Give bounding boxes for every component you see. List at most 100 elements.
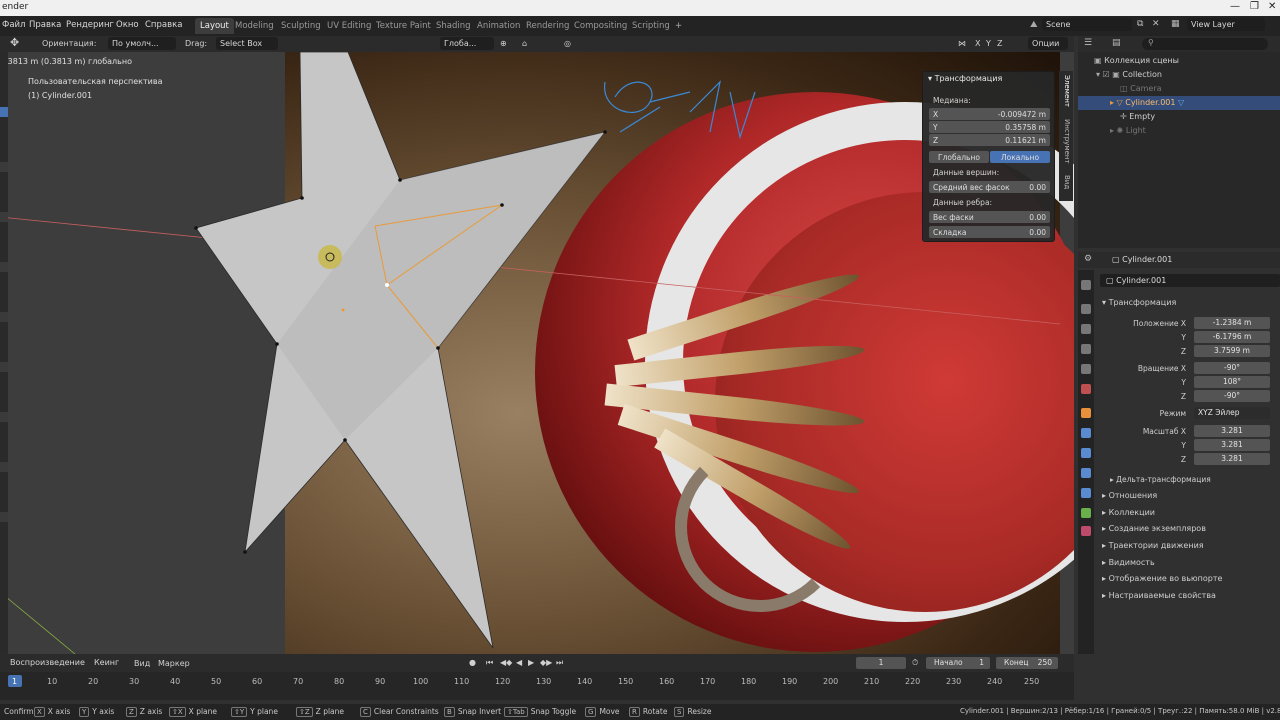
marker-menu[interactable]: Маркер [158,659,190,668]
outliner-item-empty[interactable]: ✛ Empty [1078,110,1280,124]
outliner-root[interactable]: ▣ Коллекция сцены [1078,54,1280,68]
location-x-field[interactable]: -1.2384 m [1194,317,1270,329]
proportional-edit-icon[interactable]: ◎ [564,39,571,48]
crease-field[interactable]: Складка 0.00 [929,226,1050,238]
add-workspace-icon[interactable]: + [670,18,687,34]
render-tab-icon[interactable] [1081,304,1091,314]
scale-x-field[interactable]: 3.281 [1194,425,1270,437]
view-layer-selector[interactable]: View Layer [1187,18,1265,31]
tab-tool[interactable]: Инструмент [1061,119,1071,164]
rotation-x-field[interactable]: -90° [1194,362,1270,374]
playback-menu[interactable]: Воспроизведение [6,656,88,669]
display-mode-icon[interactable]: ▤ [1112,38,1121,48]
global-toggle[interactable]: Глобально [929,151,989,163]
outliner-item-cylinder[interactable]: ▸ ▽ Cylinder.001 ▽ [1078,96,1280,110]
menu-edit[interactable]: Правка [29,20,61,30]
tab-animation[interactable]: Animation [472,18,525,34]
section-custom-properties[interactable]: ▸ Настраиваемые свойства [1102,591,1216,600]
tool-rotate[interactable] [0,212,8,222]
tab-modeling[interactable]: Modeling [230,18,279,34]
particles-tab-icon[interactable] [1081,448,1091,458]
object-name-field[interactable]: ▢ Cylinder.001 [1100,274,1280,287]
outliner-item-collection[interactable]: ▾ ☑ ▣ Collection [1078,68,1280,82]
next-keyframe-icon[interactable]: ◆▶ [540,658,552,667]
tool-tab-icon[interactable] [1081,280,1091,290]
material-tab-icon[interactable] [1081,526,1091,536]
tab-sculpting[interactable]: Sculpting [276,18,326,34]
view-layer-tab-icon[interactable] [1081,344,1091,354]
outliner-search-input[interactable]: ⚲ [1142,38,1268,50]
play-reverse-icon[interactable]: ◀ [516,658,522,667]
scale-z-field[interactable]: 3.281 [1194,453,1270,465]
delta-transform-section[interactable]: ▸ Дельта-трансформация [1110,475,1211,484]
tool-knife[interactable] [0,512,8,522]
current-frame-field[interactable]: 1 [856,657,906,669]
mirror-icon[interactable]: ⋈ [958,39,966,48]
close-icon[interactable]: ✕ [1268,1,1276,12]
axis-z-toggle[interactable]: Z [997,39,1002,48]
rotation-y-field[interactable]: 108° [1194,376,1270,388]
physics-tab-icon[interactable] [1081,468,1091,478]
menu-help[interactable]: Справка [145,20,182,30]
tab-compositing[interactable]: Compositing [569,18,632,34]
tab-layout[interactable]: Layout [195,18,234,34]
delete-scene-icon[interactable]: ✕ [1152,19,1160,29]
tool-extrude[interactable] [0,312,8,322]
axis-x-toggle[interactable]: X [975,39,980,48]
median-z-field[interactable]: Z 0.11621 m [929,134,1050,146]
outliner-editor-icon[interactable]: ☰ [1084,38,1092,48]
data-tab-icon[interactable] [1081,508,1091,518]
outliner-item-camera[interactable]: ◫ Camera [1078,82,1280,96]
section-visibility[interactable]: ▸ Видимость [1102,558,1155,567]
modifier-tab-icon[interactable] [1081,428,1091,438]
clock-icon[interactable]: ⏱ [912,658,918,668]
rotation-mode-dropdown[interactable]: XYZ Эйлер [1194,407,1270,419]
transform-section-header[interactable]: ▾ Трансформация [1102,298,1176,307]
outliner-item-light[interactable]: ▸ ✺ Light [1078,124,1280,138]
object-tab-icon[interactable] [1081,408,1091,418]
options-dropdown[interactable]: Опции [1028,37,1068,50]
tool-select[interactable] [0,107,8,117]
record-icon[interactable]: ● [469,658,476,667]
rotation-z-field[interactable]: -90° [1194,390,1270,402]
tab-uv-editing[interactable]: UV Editing [322,18,376,34]
tab-rendering[interactable]: Rendering [521,18,574,34]
edge-bevel-field[interactable]: Вес фаски 0.00 [929,211,1050,223]
end-frame-field[interactable]: Конец 250 [996,657,1058,669]
scene-selector[interactable]: Scene [1042,18,1132,31]
timeline-area[interactable]: 1 10 20 30 40 50 60 70 80 90 100 110 120… [0,672,1074,700]
tab-item[interactable]: Элемент [1061,75,1071,107]
scale-y-field[interactable]: 3.281 [1194,439,1270,451]
section-relations[interactable]: ▸ Отношения [1102,491,1157,500]
world-tab-icon[interactable] [1081,384,1091,394]
median-y-field[interactable]: Y 0.35758 m [929,121,1050,133]
drag-dropdown[interactable]: Select Box [216,37,278,50]
minimize-icon[interactable]: — [1230,1,1240,12]
section-motion-paths[interactable]: ▸ Траектории движения [1102,541,1204,550]
constraints-tab-icon[interactable] [1081,488,1091,498]
3d-viewport[interactable]: 0.3813 m (0.3813 m) глобально Пользовате… [0,52,1074,654]
start-frame-field[interactable]: Начало 1 [926,657,990,669]
snap-icon[interactable]: ⊕ [500,39,507,48]
menu-window[interactable]: Окно [116,20,139,30]
properties-editor-icon[interactable]: ⚙ [1084,254,1092,264]
prev-keyframe-icon[interactable]: ◀◆ [500,658,512,667]
tool-scale[interactable] [0,262,8,272]
scene-tab-icon[interactable] [1081,364,1091,374]
jump-start-icon[interactable]: ⏮ [486,658,493,668]
location-y-field[interactable]: -6.1796 m [1194,331,1270,343]
magnet-icon[interactable]: ⌂ [522,39,527,48]
menu-render[interactable]: Рендеринг [66,20,114,30]
tool-loopcut[interactable] [0,462,8,472]
play-icon[interactable]: ▶ [528,658,534,667]
tab-scripting[interactable]: Scripting [627,18,675,34]
bevel-weight-field[interactable]: Средний вес фасок 0.00 [929,181,1050,193]
pivot-dropdown[interactable]: Глоба... [440,37,494,50]
section-collections[interactable]: ▸ Коллекции [1102,508,1155,517]
output-tab-icon[interactable] [1081,324,1091,334]
view-menu[interactable]: Вид [134,659,150,668]
tab-texture-paint[interactable]: Texture Paint [371,18,436,34]
local-toggle[interactable]: Локально [990,151,1050,163]
menu-file[interactable]: Файл [2,20,25,30]
orientation-dropdown[interactable]: По умолч... [108,37,176,50]
